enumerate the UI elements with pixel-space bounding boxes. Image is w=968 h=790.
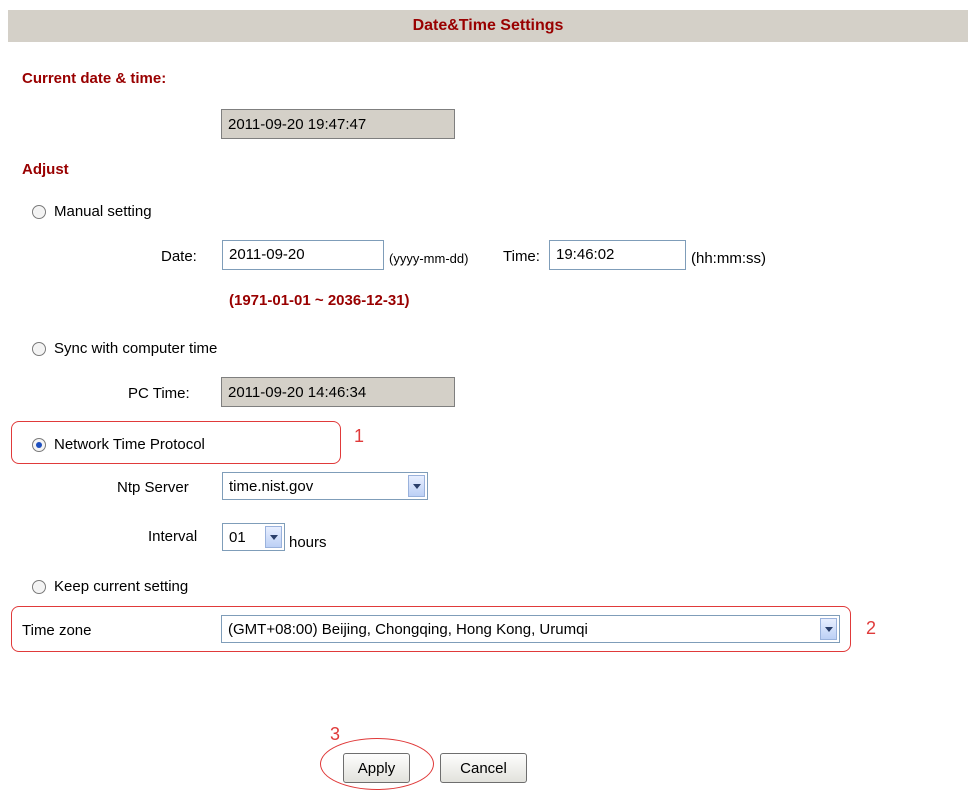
interval-label: Interval — [148, 528, 198, 545]
pc-time-label: PC Time: — [128, 385, 190, 402]
cancel-button[interactable]: Cancel — [440, 753, 527, 783]
callout-number-2: 2 — [866, 618, 877, 638]
ntp-radio[interactable] — [32, 437, 46, 452]
ntp-server-select[interactable]: time.nist.gov — [222, 472, 428, 500]
time-format-hint: (hh:mm:ss) — [691, 250, 766, 267]
keep-setting-radio[interactable] — [32, 579, 46, 594]
manual-setting-label: Manual setting — [54, 203, 152, 220]
ntp-label: Network Time Protocol — [54, 436, 205, 453]
page-title: Date&Time Settings — [412, 17, 564, 34]
timezone-value: (GMT+08:00) Beijing, Chongqing, Hong Kon… — [228, 620, 588, 638]
adjust-heading: Adjust — [22, 161, 69, 178]
callout-number-1: 1 — [354, 426, 365, 446]
ntp-server-value: time.nist.gov — [229, 477, 314, 495]
callout-number-3: 3 — [330, 724, 341, 744]
ntp-option[interactable]: Network Time Protocol — [32, 436, 205, 453]
sync-computer-radio[interactable] — [32, 341, 46, 356]
sync-computer-label: Sync with computer time — [54, 340, 218, 357]
page-title-bar: Date&Time Settings — [8, 10, 968, 42]
current-datetime-field: 2011-09-20 19:47:47 — [221, 109, 455, 139]
interval-dropdown-icon[interactable] — [265, 526, 282, 548]
apply-button[interactable]: Apply — [343, 753, 410, 783]
date-input[interactable]: 2011-09-20 — [222, 240, 384, 270]
manual-setting-option[interactable]: Manual setting — [32, 203, 152, 220]
date-format-hint: (yyyy-mm-dd) — [389, 251, 469, 266]
interval-select[interactable]: 01 — [222, 523, 285, 551]
date-label: Date: — [161, 248, 197, 265]
manual-setting-radio[interactable] — [32, 204, 46, 219]
timezone-label: Time zone — [22, 622, 92, 639]
ntp-server-dropdown-icon[interactable] — [408, 475, 425, 497]
keep-setting-option[interactable]: Keep current setting — [32, 578, 188, 595]
pc-time-field: 2011-09-20 14:46:34 — [221, 377, 455, 407]
date-range-hint: (1971-01-01 ~ 2036-12-31) — [229, 292, 410, 309]
time-input[interactable]: 19:46:02 — [549, 240, 686, 270]
timezone-dropdown-icon[interactable] — [820, 618, 837, 640]
interval-unit: hours — [289, 534, 327, 551]
keep-setting-label: Keep current setting — [54, 578, 189, 595]
timezone-select[interactable]: (GMT+08:00) Beijing, Chongqing, Hong Kon… — [221, 615, 840, 643]
sync-computer-option[interactable]: Sync with computer time — [32, 340, 217, 357]
ntp-server-label: Ntp Server — [117, 479, 189, 496]
current-datetime-heading: Current date & time: — [22, 70, 167, 87]
interval-value: 01 — [229, 528, 246, 546]
time-label: Time: — [503, 248, 540, 265]
